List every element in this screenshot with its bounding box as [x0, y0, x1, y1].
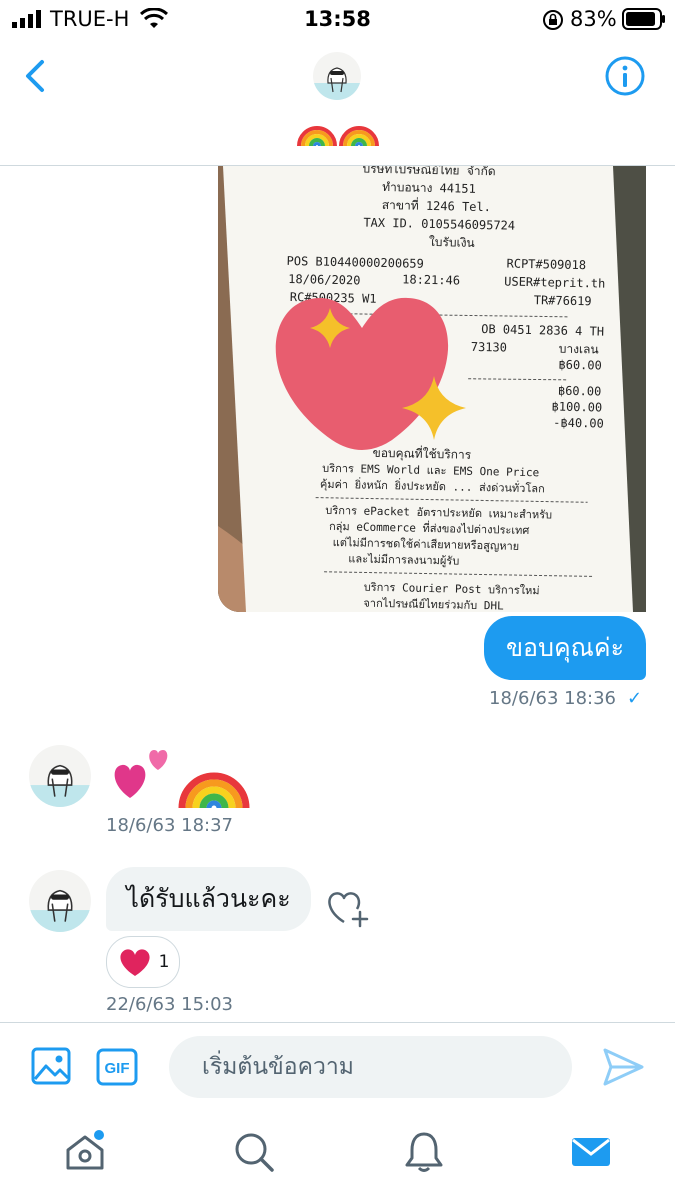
- receipt-line: -฿40.00: [553, 416, 604, 431]
- mail-icon: [572, 1138, 610, 1166]
- receipt-line: ขอบคุณที่ใช้บริการ: [372, 444, 472, 463]
- contact-avatar[interactable]: [313, 52, 361, 100]
- received-timestamp: 22/6/63 15:03: [106, 994, 233, 1015]
- status-bar: TRUE-H 13:58 83%: [0, 0, 675, 40]
- contact-avatar[interactable]: [29, 745, 91, 807]
- rainbow-icon: [338, 126, 379, 147]
- info-icon: [605, 56, 645, 96]
- tab-search[interactable]: [232, 1130, 276, 1174]
- sent-timestamp: 18/6/63 18:36: [489, 688, 616, 709]
- receipt-line: 18:21:46: [402, 272, 460, 287]
- receipt-line: POS B10440000200659: [286, 254, 424, 271]
- image-icon: [31, 1047, 71, 1085]
- receipt-line: ทำบอนาง 44151: [382, 180, 476, 196]
- avatar-image: [29, 870, 91, 932]
- home-icon: [66, 1130, 104, 1170]
- reaction-count: 1: [158, 952, 170, 972]
- orientation-lock-icon: [543, 10, 563, 30]
- tab-notifications[interactable]: [402, 1130, 446, 1174]
- receipt-line: ฿60.00: [558, 384, 602, 399]
- two-hearts-icon: [114, 750, 168, 798]
- rainbow-icon: [296, 126, 337, 147]
- contact-name: [0, 110, 675, 154]
- reaction-badge[interactable]: 1: [106, 936, 180, 988]
- contact-avatar[interactable]: [29, 870, 91, 932]
- send-icon: [603, 1048, 644, 1086]
- send-button[interactable]: [600, 1044, 646, 1090]
- receipt-line: OB 0451 2836 4 TH: [481, 322, 604, 339]
- receipt-image: บริษัทไปรษณีย์ไทย จำกัด ทำบอนาง 44151 สา…: [218, 166, 646, 612]
- add-gif-button[interactable]: GIF: [95, 1047, 139, 1087]
- receipt-line: จากไปรษณีย์ไทยร่วมกับ DHL: [363, 597, 504, 612]
- gif-label: GIF: [105, 1060, 130, 1077]
- battery-percent: 83%: [570, 7, 617, 31]
- receipt-line: และไม่มีการลงนามผู้รับ: [348, 552, 459, 567]
- chevron-left-icon: [26, 60, 44, 92]
- received-message-bubble[interactable]: ได้รับแล้วนะคะ: [106, 867, 311, 931]
- sent-check-icon: ✓: [627, 688, 643, 709]
- receipt-line: TR#76619: [534, 293, 592, 308]
- receipt-line: RCPT#509018: [506, 257, 586, 273]
- receipt-line: ฿60.00: [558, 358, 602, 373]
- receipt-photo[interactable]: บริษัทไปรษณีย์ไทย จำกัด ทำบอนาง 44151 สา…: [218, 166, 646, 612]
- receipt-line: ใบรับเงิน: [429, 235, 475, 250]
- avatar-image: [313, 52, 361, 100]
- battery-icon: [622, 8, 665, 30]
- gif-icon: GIF: [96, 1048, 138, 1086]
- emoji-message[interactable]: [106, 740, 256, 810]
- message-input[interactable]: เริ่มต้นข้อความ: [169, 1036, 572, 1098]
- heart-plus-icon: [328, 892, 369, 928]
- receipt-line: 18/06/2020: [288, 272, 361, 288]
- search-icon: [235, 1133, 274, 1172]
- avatar-image: [29, 745, 91, 807]
- received-timestamp: 18/6/63 18:37: [106, 815, 233, 836]
- sent-message-bubble[interactable]: ขอบคุณค่ะ: [484, 616, 646, 680]
- bell-icon: [405, 1132, 443, 1172]
- receipt-line: บางเลน: [559, 342, 599, 357]
- tab-messages[interactable]: [569, 1130, 613, 1174]
- info-button[interactable]: [603, 54, 647, 98]
- back-button[interactable]: [16, 54, 56, 98]
- receipt-line: ฿100.00: [551, 400, 602, 415]
- receipt-line: 73130: [471, 340, 507, 355]
- tab-home[interactable]: [63, 1130, 107, 1174]
- red-heart-icon: [120, 949, 150, 976]
- receipt-line: USER#teprit.th: [504, 274, 605, 290]
- rainbow-icon: [178, 772, 250, 809]
- add-reaction-button[interactable]: [324, 886, 370, 928]
- add-photo-button[interactable]: [30, 1045, 74, 1089]
